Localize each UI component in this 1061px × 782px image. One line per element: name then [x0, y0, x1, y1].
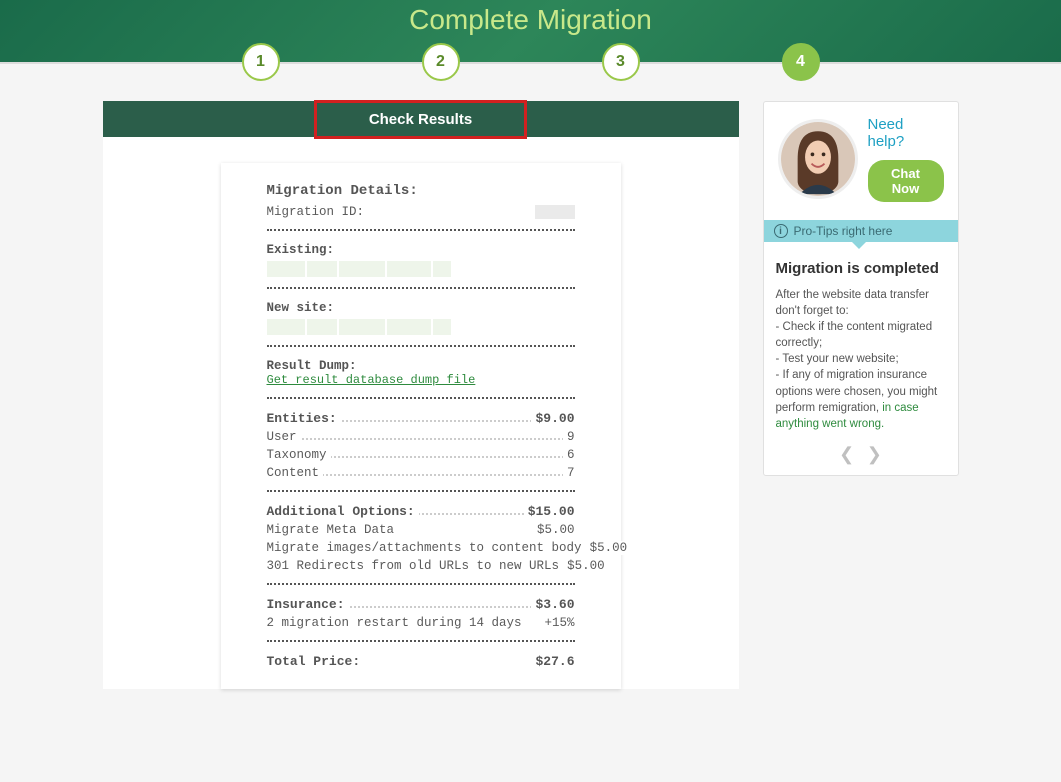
tips-line: - If any of migration insurance options …	[776, 367, 946, 431]
entities-total: $9.00	[531, 411, 574, 426]
page-title: Complete Migration	[0, 0, 1061, 36]
dump-link[interactable]: Get result database dump file	[267, 373, 476, 387]
options-total: $15.00	[524, 504, 575, 519]
tips-bar-label: Pro-Tips right here	[794, 224, 893, 238]
option-name: 301 Redirects from old URLs to new URLs	[267, 559, 564, 573]
step-4[interactable]: 4	[782, 43, 820, 81]
panel-header-highlight: Check Results	[314, 100, 527, 139]
newsite-value	[267, 319, 575, 335]
chat-button[interactable]: Chat Now	[868, 160, 944, 202]
receipt-title: Migration Details:	[267, 183, 575, 199]
entity-value: 7	[563, 466, 575, 480]
entity-name: User	[267, 430, 301, 444]
hero-banner: Complete Migration 1 2 3 4	[0, 0, 1061, 63]
side-panel: Need help? Chat Now i Pro-Tips right her…	[763, 101, 959, 476]
tips-title: Migration is completed	[776, 258, 946, 279]
existing-value	[267, 261, 575, 277]
existing-label: Existing:	[267, 243, 575, 257]
total-value: $27.6	[531, 654, 574, 669]
tips-line: - Test your new website;	[776, 351, 946, 367]
total-label: Total Price:	[267, 654, 365, 669]
info-icon: i	[774, 224, 788, 238]
insurance-pct: +15%	[540, 616, 574, 630]
entity-name: Content	[267, 466, 324, 480]
migration-id-label: Migration ID:	[267, 205, 369, 219]
insurance-total: $3.60	[531, 597, 574, 612]
panel-header: Check Results	[103, 101, 739, 137]
option-name: Migrate Meta Data	[267, 523, 399, 537]
avatar-icon	[781, 122, 855, 196]
step-1[interactable]: 1	[242, 43, 280, 81]
dump-label: Result Dump:	[267, 359, 575, 373]
options-label: Additional Options:	[267, 504, 419, 519]
entity-name: Taxonomy	[267, 448, 331, 462]
avatar	[778, 119, 858, 199]
main-panel: Check Results Migration Details: Migrati…	[103, 101, 739, 689]
option-value: $5.00	[563, 559, 605, 573]
option-name: Migrate images/attachments to content bo…	[267, 541, 586, 555]
chevron-left-icon[interactable]: ❮	[835, 444, 858, 465]
step-3[interactable]: 3	[602, 43, 640, 81]
tips-line: - Check if the content migrated correctl…	[776, 319, 946, 351]
receipt: Migration Details: Migration ID: Existin…	[221, 163, 621, 689]
option-value: $5.00	[586, 541, 628, 555]
entities-label: Entities:	[267, 411, 341, 426]
insurance-label: Insurance:	[267, 597, 349, 612]
migration-id-value	[535, 205, 575, 219]
newsite-label: New site:	[267, 301, 575, 315]
tips-nav: ❮ ❯	[764, 440, 958, 475]
tips-intro: After the website data transfer don't fo…	[776, 287, 946, 319]
step-2[interactable]: 2	[422, 43, 460, 81]
stepper: 1 2 3 4	[0, 42, 1061, 82]
tips-body: Migration is completed After the website…	[764, 242, 958, 440]
insurance-line: 2 migration restart during 14 days	[267, 616, 526, 630]
option-value: $5.00	[533, 523, 575, 537]
chevron-right-icon[interactable]: ❯	[863, 444, 886, 465]
need-help-link[interactable]: Need help?	[868, 116, 944, 150]
entity-value: 6	[563, 448, 575, 462]
tips-bar: i Pro-Tips right here	[764, 220, 958, 242]
entity-value: 9	[563, 430, 575, 444]
